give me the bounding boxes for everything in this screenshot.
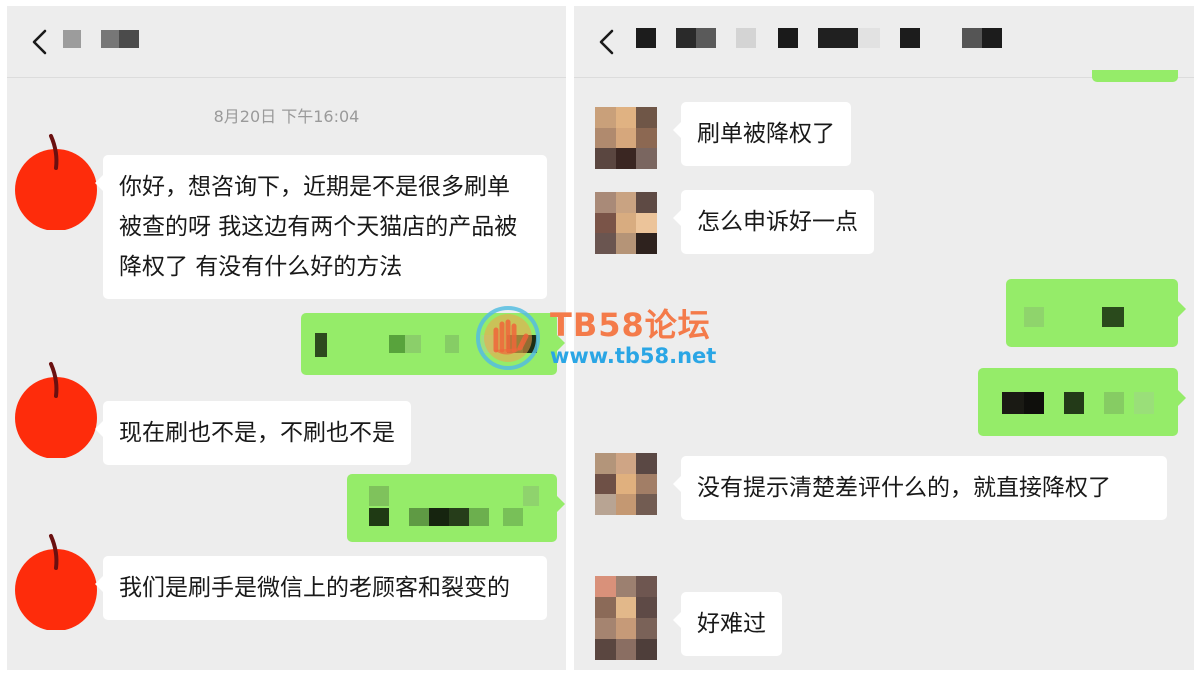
message-text: 没有提示清楚差评什么的，就直接降权了 — [697, 475, 1111, 501]
outgoing-message-redacted[interactable] — [1006, 279, 1186, 347]
contact-name-redacted — [636, 28, 1006, 48]
watermark-url: www.tb58.net — [550, 344, 717, 368]
incoming-message[interactable]: 你好，想咨询下，近期是不是很多刷单被查的呀 我这边有两个天猫店的产品被降权了 有… — [95, 155, 547, 299]
outgoing-message-redacted[interactable] — [347, 474, 565, 542]
outgoing-message-redacted[interactable] — [978, 368, 1186, 436]
contact-avatar-pixelated[interactable] — [595, 576, 657, 660]
message-text: 好难过 — [697, 611, 766, 637]
chat-header — [7, 6, 566, 78]
watermark-title: TB58论坛 — [550, 306, 711, 344]
back-chevron-icon[interactable] — [596, 28, 618, 56]
message-text: 刷单被降权了 — [697, 121, 835, 147]
chat-header — [574, 6, 1194, 78]
outgoing-message-partial — [1092, 70, 1178, 82]
contact-avatar-pixelated[interactable] — [595, 453, 657, 515]
contact-avatar-pixelated[interactable] — [595, 107, 657, 169]
apple-avatar-icon[interactable] — [10, 358, 102, 458]
incoming-message[interactable]: 我们是刷手是微信上的老顾客和裂变的 — [95, 556, 547, 620]
apple-avatar-icon[interactable] — [10, 530, 102, 630]
tb58-watermark: TB58论坛 www.tb58.net — [474, 300, 764, 380]
incoming-message[interactable]: 怎么申诉好一点 — [673, 190, 874, 254]
incoming-message[interactable]: 刷单被降权了 — [673, 102, 851, 166]
incoming-message[interactable]: 没有提示清楚差评什么的，就直接降权了 — [673, 456, 1167, 520]
contact-name-redacted — [63, 28, 153, 48]
tb58-logo-icon — [476, 306, 540, 370]
message-text: 我们是刷手是微信上的老顾客和裂变的 — [119, 575, 510, 601]
contact-avatar-pixelated[interactable] — [595, 192, 657, 254]
message-text: 你好，想咨询下，近期是不是很多刷单被查的呀 我这边有两个天猫店的产品被降权了 有… — [119, 174, 518, 280]
message-text: 现在刷也不是，不刷也不是 — [119, 420, 395, 446]
incoming-message[interactable]: 好难过 — [673, 592, 782, 656]
message-text: 怎么申诉好一点 — [697, 209, 858, 235]
back-chevron-icon[interactable] — [29, 28, 51, 56]
incoming-message[interactable]: 现在刷也不是，不刷也不是 — [95, 401, 411, 465]
message-timestamp: 8月20日 下午16:04 — [213, 107, 360, 126]
apple-avatar-icon[interactable] — [10, 130, 102, 230]
